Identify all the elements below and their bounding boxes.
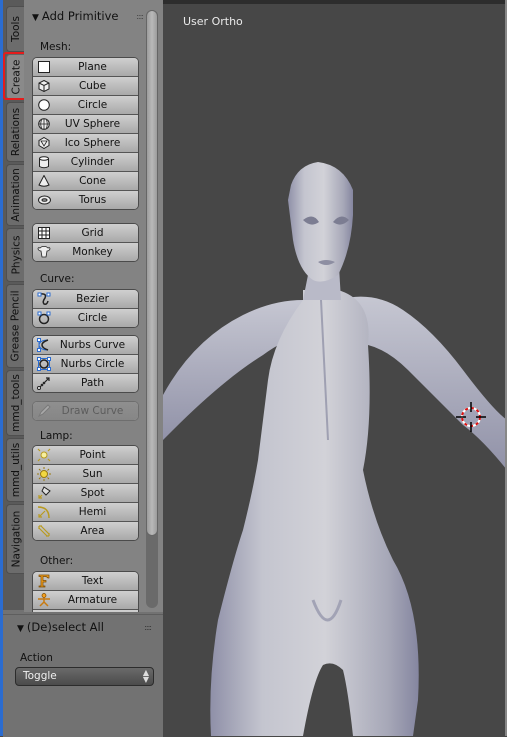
panel-scrollbar[interactable] bbox=[146, 10, 158, 608]
spot-lamp-icon bbox=[37, 486, 51, 500]
circle-icon bbox=[37, 98, 51, 112]
operator-header[interactable]: ▼ (De)select All bbox=[17, 620, 104, 634]
nurbs-circle-icon bbox=[37, 357, 51, 371]
lamp-buttons: Point Sun Spot Hemi Area bbox=[32, 445, 139, 541]
partial-button bbox=[33, 610, 138, 612]
draw-curve-group: Draw Curve bbox=[32, 401, 139, 421]
cone-icon bbox=[37, 174, 51, 188]
bezier-circle-button[interactable]: Circle bbox=[33, 309, 138, 327]
collapse-triangle-icon: ▼ bbox=[17, 624, 24, 634]
action-label: Action bbox=[20, 652, 53, 664]
area-lamp-button[interactable]: Area bbox=[33, 522, 138, 540]
mesh-buttons-2: Grid Monkey bbox=[32, 223, 139, 262]
scrollbar-thumb[interactable] bbox=[146, 10, 158, 536]
armature-icon bbox=[37, 593, 51, 607]
text-icon bbox=[37, 574, 51, 588]
tab-animation[interactable]: Animation bbox=[6, 164, 25, 226]
torus-icon bbox=[37, 193, 51, 207]
panel-header[interactable]: ▼ Add Primitive bbox=[32, 9, 118, 23]
plane-button[interactable]: Plane bbox=[33, 58, 138, 77]
point-lamp-icon bbox=[37, 448, 51, 462]
cube-icon bbox=[37, 79, 51, 93]
nurbs-circle-button[interactable]: Nurbs Circle bbox=[33, 355, 138, 374]
tab-mmd-tools[interactable]: mmd_tools bbox=[6, 370, 25, 436]
draw-curve-button[interactable]: Draw Curve bbox=[33, 402, 138, 420]
plane-icon bbox=[37, 60, 51, 74]
add-primitive-panel: ▼ Add Primitive :::: Mesh: Plane Cube Cir… bbox=[24, 0, 163, 612]
drag-handle-icon[interactable]: :::: bbox=[144, 623, 152, 632]
mesh-label: Mesh: bbox=[40, 41, 72, 53]
path-icon bbox=[37, 376, 51, 390]
tab-physics[interactable]: Physics bbox=[6, 228, 25, 282]
monkey-button[interactable]: Monkey bbox=[33, 243, 138, 261]
grid-icon bbox=[37, 226, 51, 240]
torus-button[interactable]: Torus bbox=[33, 191, 138, 209]
sun-lamp-icon bbox=[37, 467, 51, 481]
armature-button[interactable]: Armature bbox=[33, 591, 138, 610]
other-label: Other: bbox=[40, 555, 74, 567]
grid-button[interactable]: Grid bbox=[33, 224, 138, 243]
operator-panel: ▼ (De)select All :::: Action Toggle ▲ ▼ bbox=[3, 614, 163, 737]
character-mesh[interactable] bbox=[163, 0, 507, 736]
hemi-lamp-icon bbox=[37, 505, 51, 519]
monkey-icon bbox=[37, 245, 51, 259]
tab-mmd-utils[interactable]: mmd_utils bbox=[6, 438, 25, 502]
drag-handle-icon[interactable]: :::: bbox=[136, 12, 144, 21]
mesh-buttons: Plane Cube Circle UV Sphere Ico Sphere C… bbox=[32, 57, 139, 210]
nurbs-curve-icon bbox=[37, 338, 51, 352]
tab-create[interactable]: Create bbox=[6, 54, 25, 100]
updown-arrows-icon: ▲ ▼ bbox=[142, 668, 149, 684]
point-lamp-button[interactable]: Point bbox=[33, 446, 138, 465]
cone-button[interactable]: Cone bbox=[33, 172, 138, 191]
collapse-triangle-icon: ▼ bbox=[32, 13, 39, 23]
curve-buttons: Bezier Circle bbox=[32, 289, 139, 328]
nurbs-curve-button[interactable]: Nurbs Curve bbox=[33, 336, 138, 355]
circle-button[interactable]: Circle bbox=[33, 96, 138, 115]
uv-sphere-icon bbox=[37, 117, 51, 131]
bezier-button[interactable]: Bezier bbox=[33, 290, 138, 309]
bezier-curve-icon bbox=[37, 292, 51, 306]
other-buttons: Text Armature bbox=[32, 571, 139, 612]
curve-label: Curve: bbox=[40, 273, 75, 285]
tab-grease-pencil[interactable]: Grease Pencil bbox=[6, 284, 25, 368]
pencil-icon bbox=[37, 404, 51, 418]
area-lamp-icon bbox=[37, 524, 51, 538]
curve-buttons-2: Nurbs Curve Nurbs Circle Path bbox=[32, 335, 139, 393]
bezier-circle-icon bbox=[37, 311, 51, 325]
tab-tools[interactable]: Tools bbox=[6, 6, 25, 52]
3d-viewport[interactable]: User Ortho bbox=[163, 0, 507, 736]
hemi-lamp-button[interactable]: Hemi bbox=[33, 503, 138, 522]
ico-sphere-icon bbox=[37, 136, 51, 150]
uv-sphere-button[interactable]: UV Sphere bbox=[33, 115, 138, 134]
sun-lamp-button[interactable]: Sun bbox=[33, 465, 138, 484]
tab-relations[interactable]: Relations bbox=[6, 102, 25, 162]
text-button[interactable]: Text bbox=[33, 572, 138, 591]
path-button[interactable]: Path bbox=[33, 374, 138, 392]
cylinder-button[interactable]: Cylinder bbox=[33, 153, 138, 172]
tool-shelf-tabs: Tools Create Relations Animation Physics… bbox=[3, 0, 25, 610]
ico-sphere-button[interactable]: Ico Sphere bbox=[33, 134, 138, 153]
cube-button[interactable]: Cube bbox=[33, 77, 138, 96]
spot-lamp-button[interactable]: Spot bbox=[33, 484, 138, 503]
action-select[interactable]: Toggle ▲ ▼ bbox=[15, 667, 154, 686]
tab-navigation[interactable]: Navigation bbox=[6, 504, 25, 574]
lamp-label: Lamp: bbox=[40, 430, 73, 442]
cylinder-icon bbox=[37, 155, 51, 169]
3d-cursor-icon[interactable] bbox=[456, 402, 486, 432]
